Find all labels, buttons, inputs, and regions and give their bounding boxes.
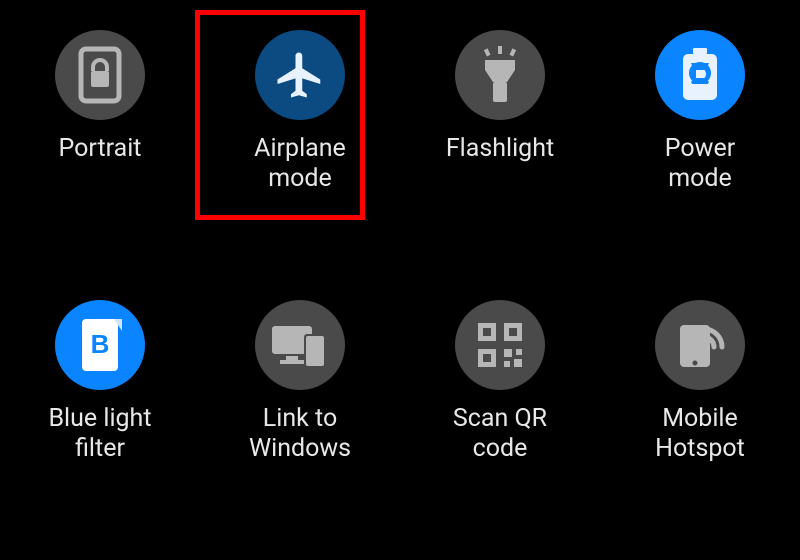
tile-label: Scan QR code <box>420 404 580 463</box>
tile-label: Power mode <box>620 134 780 193</box>
tile-linkwin[interactable]: Link to Windows <box>220 300 380 463</box>
tile-label: Link to Windows <box>220 404 380 463</box>
flashlight-icon <box>455 30 545 120</box>
power-mode-icon <box>655 30 745 120</box>
svg-text:B: B <box>91 329 110 359</box>
tile-bluelight[interactable]: B Blue light filter <box>20 300 180 463</box>
tile-label: Flashlight <box>420 134 580 164</box>
link-to-windows-icon <box>255 300 345 390</box>
tile-portrait[interactable]: Portrait <box>20 30 180 164</box>
tile-label: Blue light filter <box>20 404 180 463</box>
blue-light-filter-icon: B <box>55 300 145 390</box>
tile-power[interactable]: Power mode <box>620 30 780 193</box>
portrait-lock-icon <box>55 30 145 120</box>
tile-hotspot[interactable]: Mobile Hotspot <box>620 300 780 463</box>
highlight-box <box>195 10 365 220</box>
tile-flashlight[interactable]: Flashlight <box>420 30 580 164</box>
hotspot-icon <box>655 300 745 390</box>
qr-code-icon <box>455 300 545 390</box>
tile-label: Mobile Hotspot <box>620 404 780 463</box>
tile-label: Portrait <box>20 134 180 164</box>
tile-qr[interactable]: Scan QR code <box>420 300 580 463</box>
quick-settings-panel: Portrait Airplane mode Flashlight Power … <box>0 0 800 560</box>
